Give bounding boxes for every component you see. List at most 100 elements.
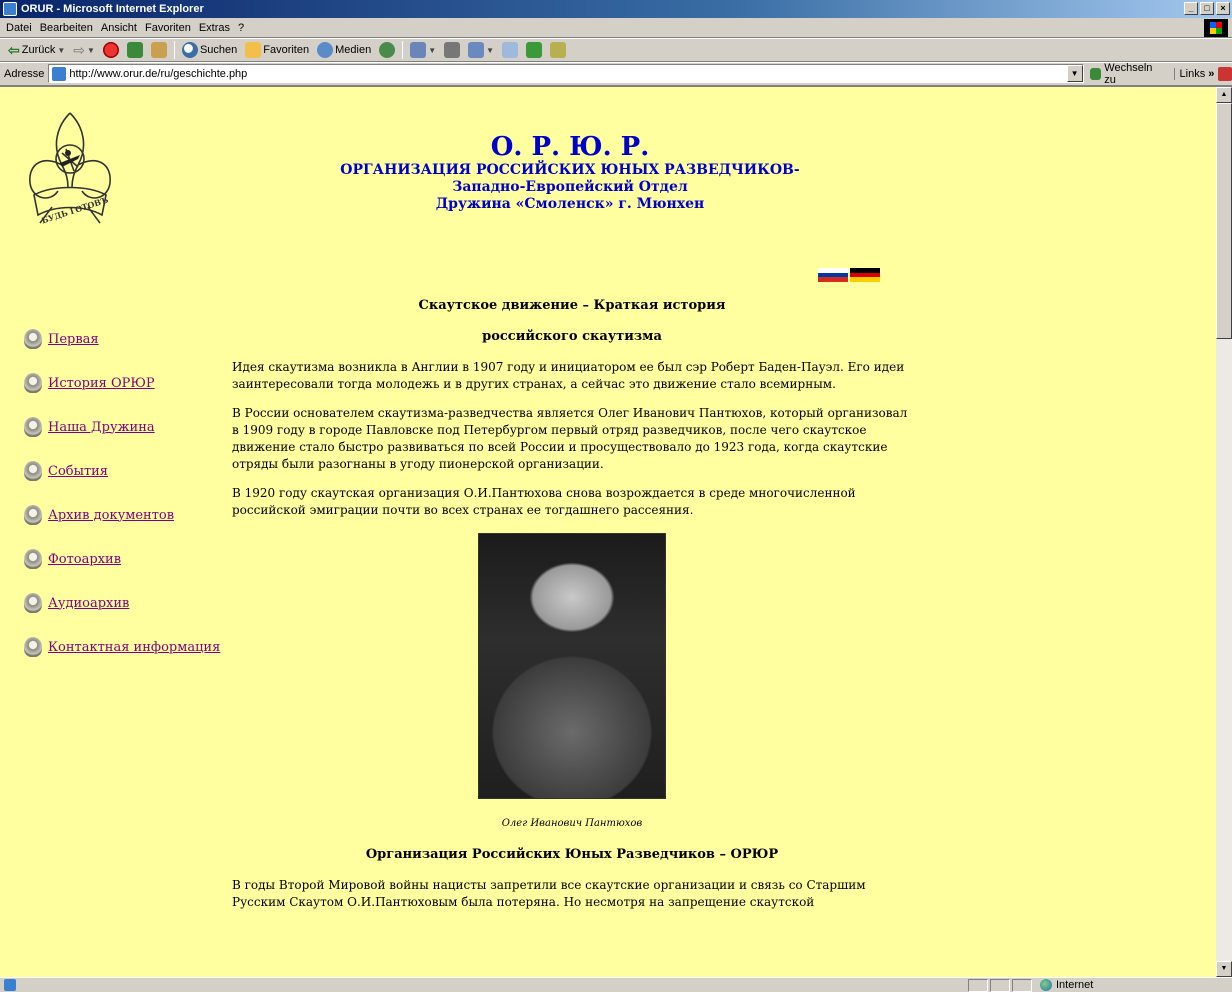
home-button[interactable] [147, 40, 171, 60]
mail-dropdown-icon[interactable]: ▼ [428, 46, 436, 55]
address-input[interactable]: http://www.orur.de/ru/geschichte.php ▼ [48, 64, 1084, 83]
scout-emblem-icon [24, 549, 42, 569]
org-name: ОРГАНИЗАЦИЯ РОССИЙСКИХ ЮНЫХ РАЗВЕДЧИКОВ- [340, 162, 800, 178]
mail-button[interactable]: ▼ [406, 40, 440, 60]
web-page: БУДЬ ГОТОВЪ О. Р. Ю. Р. ОРГАНИЗАЦИЯ РОСС… [0, 87, 1216, 977]
forward-button[interactable]: ⇨ ▼ [69, 40, 99, 60]
menu-help[interactable]: ? [236, 22, 250, 34]
history-button[interactable] [375, 40, 399, 60]
media-button[interactable]: Medien [313, 40, 375, 60]
search-icon [181, 42, 198, 58]
print-icon [444, 42, 461, 58]
scout-emblem-icon [24, 637, 42, 657]
print-button[interactable] [440, 40, 464, 60]
vertical-scrollbar[interactable]: ▲ ▼ [1216, 87, 1232, 977]
search-button[interactable]: Suchen [178, 40, 241, 60]
acrobat-icon[interactable] [1218, 66, 1232, 81]
zone-label: Internet [1056, 979, 1094, 991]
go-label: Wechseln zu [1104, 61, 1153, 86]
favorites-icon [245, 42, 262, 58]
org-unit: Дружина «Смоленск» г. Мюнхен [435, 196, 705, 212]
edit-dropdown-icon[interactable]: ▼ [486, 46, 494, 55]
menu-extras[interactable]: Extras [197, 22, 236, 34]
nav-item-history: История ОРЮР [24, 361, 224, 405]
scout-emblem-icon [24, 593, 42, 613]
nav-link-photos[interactable]: Фотоархив [48, 552, 121, 567]
media-icon [317, 42, 334, 58]
paragraph: В России основателем скаутизма-разведчес… [232, 406, 908, 471]
site-header: О. Р. Ю. Р. ОРГАНИЗАЦИЯ РОССИЙСКИХ ЮНЫХ … [240, 132, 900, 213]
back-button[interactable]: ⇦ Zurück ▼ [4, 40, 69, 60]
stop-button[interactable] [99, 40, 123, 60]
nav-item-documents: Архив документов [24, 493, 224, 537]
favorites-button[interactable]: Favoriten [241, 40, 313, 60]
messenger-button[interactable] [522, 40, 546, 60]
address-dropdown-icon[interactable]: ▼ [1066, 65, 1083, 82]
go-button[interactable]: Wechseln zu [1089, 61, 1166, 86]
discuss-icon [502, 42, 519, 58]
nav-link-contact[interactable]: Контактная информация [48, 640, 220, 655]
edit-button[interactable]: ▼ [464, 40, 498, 60]
scrollbar-thumb[interactable] [1216, 103, 1232, 339]
sidebar-nav: Первая История ОРЮР Наша Дружина События… [24, 317, 224, 669]
scout-emblem-icon [24, 417, 42, 437]
research-button[interactable] [546, 40, 570, 60]
section-subtitle-history: российского скаутизма [482, 329, 662, 344]
status-panel [968, 979, 988, 992]
browser-viewport: БУДЬ ГОТОВЪ О. Р. Ю. Р. ОРГАНИЗАЦИЯ РОСС… [0, 85, 1232, 977]
paragraph: Идея скаутизма возникла в Англии в 1907 … [232, 360, 905, 391]
nav-item-druzhina: Наша Дружина [24, 405, 224, 449]
history-icon [379, 42, 396, 58]
scout-emblem-icon [24, 461, 42, 481]
status-panel [990, 979, 1010, 992]
internet-zone-icon [1040, 979, 1052, 991]
discuss-button[interactable] [498, 40, 522, 60]
scroll-up-icon[interactable]: ▲ [1216, 87, 1232, 103]
minimize-button[interactable]: _ [1184, 2, 1198, 15]
main-content: Скаутское движение – Краткая история рос… [232, 297, 912, 923]
org-department: Западно-Европейский Отдел [452, 179, 688, 195]
refresh-button[interactable] [123, 40, 147, 60]
chevron-right-icon: » [1208, 67, 1215, 80]
search-label: Suchen [199, 44, 238, 56]
portrait-figure: Олег Иванович Пантюхов [232, 533, 912, 832]
menu-bearbeiten[interactable]: Bearbeiten [38, 22, 99, 34]
pantyukhov-portrait-photo [478, 533, 666, 799]
nav-link-audio[interactable]: Аудиоархив [48, 596, 129, 611]
window-controls: _ □ × [1184, 2, 1230, 15]
status-panel [1012, 979, 1032, 992]
scroll-down-icon[interactable]: ▼ [1216, 961, 1232, 977]
nav-link-events[interactable]: События [48, 464, 108, 479]
photo-caption: Олег Иванович Пантюхов [501, 818, 643, 829]
address-url[interactable]: http://www.orur.de/ru/geschichte.php [69, 68, 247, 80]
german-flag-icon[interactable] [850, 268, 880, 283]
messenger-icon [526, 42, 543, 58]
section-title-orur: Организация Российских Юных Разведчиков … [365, 847, 779, 862]
scout-emblem-icon [24, 329, 42, 349]
links-label: Links [1179, 67, 1206, 80]
menu-ansicht[interactable]: Ansicht [99, 22, 143, 34]
russian-flag-icon[interactable] [818, 268, 848, 283]
stop-icon [102, 42, 119, 58]
paragraph: В 1920 году скаутская организация О.И.Па… [232, 486, 856, 517]
menu-favoriten[interactable]: Favoriten [143, 22, 197, 34]
mail-icon [410, 42, 427, 58]
nav-link-history[interactable]: История ОРЮР [48, 376, 155, 391]
back-dropdown-icon[interactable]: ▼ [57, 46, 65, 55]
nav-link-documents[interactable]: Архив документов [48, 508, 174, 523]
research-icon [550, 42, 567, 58]
paragraph: В годы Второй Мировой войны нацисты запр… [232, 878, 866, 909]
security-zone: Internet [1040, 979, 1093, 991]
forward-dropdown-icon[interactable]: ▼ [87, 46, 95, 55]
maximize-button[interactable]: □ [1200, 2, 1214, 15]
nav-link-home[interactable]: Первая [48, 332, 99, 347]
nav-link-druzhina[interactable]: Наша Дружина [48, 420, 155, 435]
address-label: Adresse [4, 67, 45, 80]
nav-item-events: События [24, 449, 224, 493]
menu-datei[interactable]: Datei [4, 22, 38, 34]
back-label: Zurück [21, 44, 56, 56]
forward-arrow-icon: ⇨ [73, 41, 86, 58]
status-bar: Internet [0, 977, 1232, 992]
links-button[interactable]: Links» [1173, 67, 1215, 80]
close-button[interactable]: × [1216, 2, 1230, 15]
